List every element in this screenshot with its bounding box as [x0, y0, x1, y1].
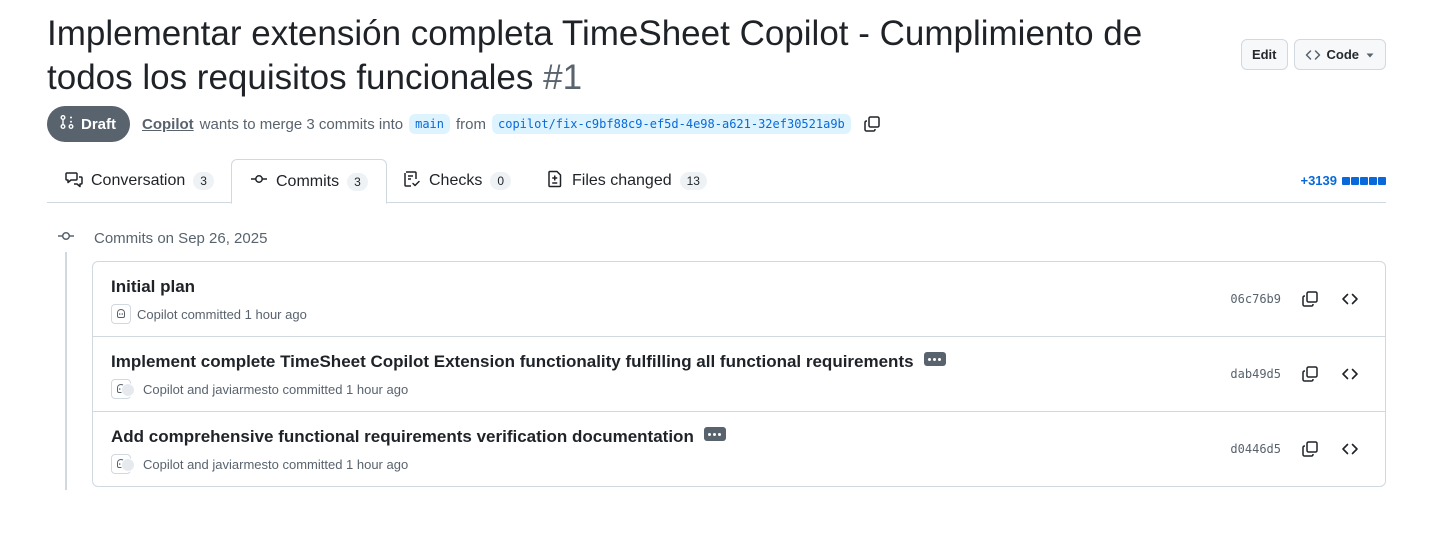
git-commit-icon	[56, 226, 76, 250]
tab-checks[interactable]: Checks 0	[385, 159, 529, 203]
git-commit-icon	[250, 170, 268, 193]
from-label: from	[456, 115, 486, 133]
tab-conversation[interactable]: Conversation 3	[47, 159, 232, 203]
merge-description: wants to merge 3 commits into	[199, 115, 404, 133]
code-button[interactable]: Code	[1293, 39, 1386, 70]
expand-message-button[interactable]	[923, 352, 946, 366]
tab-checks-count: 0	[490, 172, 512, 190]
diffstat-square	[1342, 176, 1350, 185]
commit-list: Initial plan Copilot committed 1 hour ag…	[92, 261, 1386, 487]
tab-commits-label: Commits	[276, 172, 340, 190]
tab-checks-label: Checks	[429, 172, 483, 189]
avatar-stack[interactable]	[111, 379, 137, 399]
edit-button[interactable]: Edit	[1240, 39, 1288, 70]
commit-row: Implement complete TimeSheet Copilot Ext…	[93, 337, 1385, 412]
copy-icon[interactable]	[1299, 288, 1321, 310]
tab-commits-count: 3	[347, 172, 368, 191]
pr-title: Implementar extensión completa TimeSheet…	[47, 12, 1217, 100]
copy-icon[interactable]	[1299, 438, 1321, 460]
commit-message-link[interactable]: Add comprehensive functional requirement…	[111, 427, 694, 447]
commit-actions: d0446d5	[1230, 412, 1361, 486]
tab-commits[interactable]: Commits 3	[231, 159, 387, 204]
commit-actions: dab49d5	[1230, 337, 1361, 411]
code-button-label: Code	[1326, 47, 1360, 62]
draft-status-badge: Draft	[47, 106, 131, 142]
git-pull-request-draft-icon	[59, 114, 75, 134]
browse-code-icon[interactable]	[1339, 363, 1361, 385]
base-branch[interactable]: main	[409, 114, 450, 134]
commit-byline-text: Copilot and javiarmesto committed 1 hour…	[143, 381, 409, 397]
timeline-date: Commits on Sep 26, 2025	[94, 229, 268, 247]
draft-status-label: Draft	[81, 115, 117, 133]
edit-button-label: Edit	[1251, 47, 1277, 62]
diffstat-square	[1378, 176, 1386, 185]
copy-branch-icon[interactable]	[863, 115, 881, 133]
commit-byline-text: Copilot and javiarmesto committed 1 hour…	[143, 456, 409, 472]
file-diff-icon	[546, 170, 564, 193]
commit-title: Implement complete TimeSheet Copilot Ext…	[111, 352, 946, 372]
commit-row: Add comprehensive functional requirement…	[93, 412, 1385, 486]
commit-sha[interactable]: d0446d5	[1230, 442, 1281, 456]
commit-message-link[interactable]: Initial plan	[111, 277, 195, 297]
diffstat-square	[1351, 176, 1359, 185]
commit-sha[interactable]: 06c76b9	[1230, 292, 1281, 306]
checklist-icon	[403, 170, 421, 193]
pr-number: #1	[543, 58, 583, 97]
pr-title-text: Implementar extensión completa TimeSheet…	[47, 14, 1143, 97]
commit-byline: Copilot and javiarmesto committed 1 hour…	[111, 454, 408, 474]
commit-message-link[interactable]: Implement complete TimeSheet Copilot Ext…	[111, 352, 914, 372]
triangle-down-icon	[1365, 50, 1375, 60]
code-icon	[1305, 47, 1321, 63]
user-avatar	[121, 383, 135, 397]
pr-meta: Draft Copilot wants to merge 3 commits i…	[47, 106, 881, 142]
user-avatar	[121, 458, 135, 472]
browse-code-icon[interactable]	[1339, 438, 1361, 460]
tab-conversation-label: Conversation	[91, 172, 186, 189]
browse-code-icon[interactable]	[1339, 288, 1361, 310]
commit-byline: Copilot and javiarmesto committed 1 hour…	[111, 379, 408, 399]
tab-files-changed-label: Files changed	[572, 172, 672, 189]
commit-actions: 06c76b9	[1230, 262, 1361, 336]
commit-byline: Copilot committed 1 hour ago	[111, 304, 307, 324]
additions-count: +3139	[1300, 173, 1337, 188]
timeline-heading: Commits on Sep 26, 2025	[56, 226, 268, 250]
timeline-line	[65, 252, 67, 490]
diffstat: +3139	[1300, 173, 1386, 188]
copilot-avatar-icon[interactable]	[111, 304, 131, 324]
commit-byline-text: Copilot committed 1 hour ago	[137, 306, 307, 322]
diffstat-bar	[1342, 176, 1386, 185]
expand-message-button[interactable]	[703, 427, 726, 441]
avatar-stack[interactable]	[111, 454, 137, 474]
copy-icon[interactable]	[1299, 363, 1321, 385]
head-branch[interactable]: copilot/fix-c9bf88c9-ef5d-4e98-a621-32ef…	[492, 114, 851, 134]
header-actions: Edit Code	[1240, 39, 1386, 70]
pr-tabs: Conversation 3 Commits 3 Checks 0 Files …	[47, 159, 1386, 204]
diffstat-square	[1369, 176, 1377, 185]
tab-conversation-count: 3	[193, 172, 214, 190]
commit-title: Initial plan	[111, 277, 195, 297]
tab-files-changed[interactable]: Files changed 13	[528, 159, 725, 203]
tab-files-changed-count: 13	[679, 172, 707, 190]
commit-sha[interactable]: dab49d5	[1230, 367, 1281, 381]
commit-title: Add comprehensive functional requirement…	[111, 427, 726, 447]
commit-row: Initial plan Copilot committed 1 hour ag…	[93, 262, 1385, 337]
diffstat-square	[1360, 176, 1368, 185]
comment-discussion-icon	[65, 170, 83, 193]
author-link[interactable]: Copilot	[142, 116, 194, 133]
